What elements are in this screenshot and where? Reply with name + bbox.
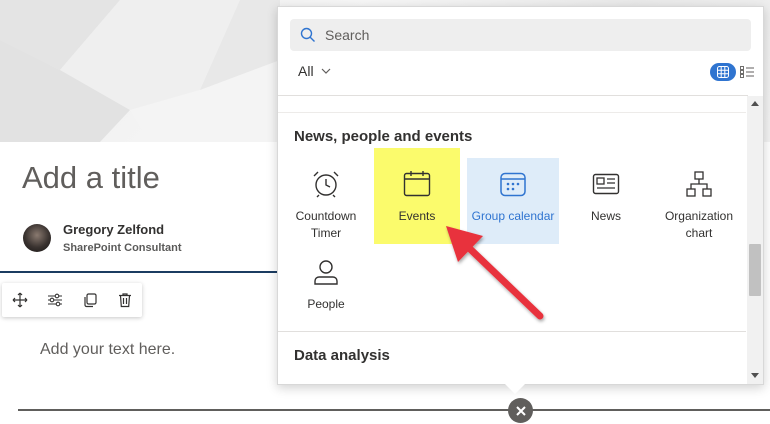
sharepoint-page-editor: Add a title Gregory Zelfond SharePoint C…: [0, 0, 770, 424]
duplicate-icon: [83, 293, 97, 308]
tile-label: Events: [398, 209, 436, 223]
tile-label: Organization chart: [664, 209, 734, 240]
toolbox-pointer: [505, 384, 525, 394]
move-button[interactable]: [2, 283, 37, 317]
person-icon: [314, 260, 338, 285]
section-divider: [18, 409, 770, 411]
grid-icon: [717, 66, 729, 78]
category-filter[interactable]: All: [298, 63, 331, 79]
edit-properties-icon: [47, 293, 62, 307]
search-icon: [300, 27, 316, 48]
section-separator: [278, 112, 746, 113]
alarm-clock-icon: [313, 171, 339, 198]
list-icon: [740, 66, 754, 78]
group-calendar-icon: [500, 172, 526, 197]
filter-label: All: [298, 63, 314, 79]
tile-countdown-timer[interactable]: Countdown Timer: [280, 158, 372, 244]
close-icon: [515, 405, 526, 416]
calendar-icon: [403, 171, 431, 197]
delete-button[interactable]: [107, 283, 142, 317]
tile-events[interactable]: Events: [374, 148, 460, 244]
duplicate-button[interactable]: [72, 283, 107, 317]
tile-label: People: [307, 297, 345, 311]
toolbox-search[interactable]: [290, 19, 751, 51]
view-toggle: [710, 63, 756, 81]
section-heading-news: News, people and events: [294, 128, 473, 145]
search-input[interactable]: [325, 25, 725, 45]
section-heading-data-analysis: Data analysis: [294, 347, 390, 364]
tile-people[interactable]: People: [280, 246, 372, 332]
scroll-down-icon[interactable]: [751, 373, 759, 379]
close-toolbox-button[interactable]: [508, 398, 533, 423]
scroll-up-icon[interactable]: [751, 100, 759, 106]
scrollbar-thumb[interactable]: [749, 244, 761, 296]
tile-label: Countdown Timer: [295, 209, 357, 240]
edit-properties-button[interactable]: [37, 283, 72, 317]
web-part-toolbar: [2, 283, 142, 317]
title-divider: [0, 271, 290, 273]
author-role: SharePoint Consultant: [63, 242, 182, 254]
author-name: Gregory Zelfond: [63, 222, 165, 237]
toolbox-list: News, people and events Countdown Timer: [278, 96, 746, 384]
toolbox-scrollbar[interactable]: [747, 96, 763, 384]
page-title[interactable]: Add a title: [22, 160, 160, 196]
newspaper-icon: [592, 173, 620, 195]
tile-organization-chart[interactable]: Organization chart: [653, 158, 745, 244]
org-chart-icon: [686, 171, 712, 197]
tile-label: News: [590, 209, 621, 223]
web-part-toolbox: All N: [277, 6, 764, 385]
chevron-down-icon: [321, 68, 330, 74]
avatar: [23, 224, 51, 252]
delete-icon: [118, 293, 131, 308]
section-separator: [278, 331, 746, 332]
grid-view-button[interactable]: [710, 63, 736, 81]
text-web-part-placeholder[interactable]: Add your text here.: [40, 341, 175, 359]
tile-label: Group calendar: [471, 209, 555, 223]
list-view-button[interactable]: [738, 63, 756, 81]
move-icon: [12, 292, 27, 308]
tile-group-calendar[interactable]: Group calendar: [467, 158, 559, 244]
tile-news[interactable]: News: [560, 158, 652, 244]
